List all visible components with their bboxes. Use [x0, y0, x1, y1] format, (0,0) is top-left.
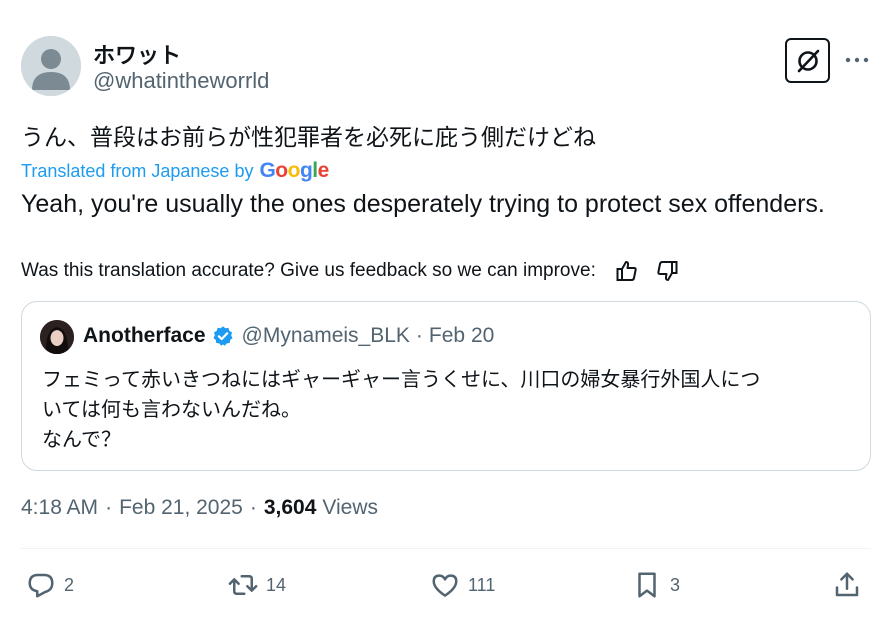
bookmark-count: 3 — [670, 574, 681, 595]
feedback-prompt: Was this translation accurate? Give us f… — [21, 260, 596, 281]
quote-handle[interactable]: @Mynameis_BLK — [242, 324, 410, 348]
reply-count: 2 — [64, 574, 75, 595]
translation-feedback: Was this translation accurate? Give us f… — [21, 258, 680, 284]
meta-separator: · — [249, 496, 257, 519]
quote-date[interactable]: Feb 20 — [429, 324, 494, 348]
share-icon — [835, 572, 859, 597]
like-button[interactable]: 111 — [430, 568, 495, 602]
quoted-tweet[interactable]: Anotherface @Mynameis_BLK · Feb 20 フェミって… — [21, 301, 871, 471]
bookmark-button[interactable]: 3 — [632, 568, 680, 602]
author-handle[interactable]: @whatintheworrld — [93, 68, 269, 94]
divider — [21, 548, 871, 549]
tweet-original-text: うん、普段はお前らが性犯罪者を必死に庇う側だけどね — [21, 125, 596, 151]
translated-from-label: Translated from Japanese by — [21, 161, 254, 181]
views-count: 3,604 — [263, 496, 317, 519]
tweet-meta: 4:18 AM · Feb 21, 2025 · 3,604 Views — [21, 496, 378, 520]
google-logo: Google — [259, 159, 329, 182]
share-button[interactable] — [832, 568, 862, 602]
quote-author-avatar[interactable] — [40, 320, 74, 354]
retweet-button[interactable]: 14 — [228, 568, 286, 602]
author-avatar[interactable] — [21, 36, 81, 96]
like-count: 111 — [468, 574, 496, 595]
translation-attribution[interactable]: Translated from Japanese by Google — [21, 159, 329, 183]
reply-icon — [28, 573, 54, 598]
default-avatar-icon — [21, 36, 81, 96]
tweet-container: ホワット @whatintheworrld うん、普段はお前らが性犯罪者を必死に… — [0, 0, 890, 618]
quote-separator: · — [415, 324, 423, 347]
grok-icon — [797, 49, 819, 72]
thumbs-up-icon[interactable] — [614, 258, 640, 284]
tweet-date[interactable]: Feb 21, 2025 — [119, 496, 243, 520]
like-icon — [432, 574, 458, 597]
tweet-translation-text: Yeah, you're usually the ones desperatel… — [21, 190, 825, 218]
reply-button[interactable]: 2 — [26, 568, 74, 602]
retweet-icon — [228, 575, 258, 595]
quote-header: Anotherface @Mynameis_BLK · Feb 20 — [83, 324, 494, 348]
quote-text: フェミって赤いきつねにはギャーギャー言うくせに、川口の婦女暴行外国人につ いては… — [42, 367, 761, 451]
bookmark-icon — [638, 572, 656, 598]
retweet-count: 14 — [266, 574, 287, 595]
verified-badge-icon — [212, 326, 233, 346]
author-display-name[interactable]: ホワット — [93, 38, 181, 70]
more-button[interactable] — [843, 48, 871, 72]
views-label: Views — [322, 496, 379, 519]
more-horizontal-icon — [845, 57, 869, 63]
thumbs-down-icon[interactable] — [654, 258, 680, 284]
meta-separator: · — [105, 496, 113, 519]
tweet-time[interactable]: 4:18 AM — [21, 496, 98, 520]
quote-display-name[interactable]: Anotherface — [83, 324, 206, 348]
grok-button[interactable] — [785, 38, 830, 83]
